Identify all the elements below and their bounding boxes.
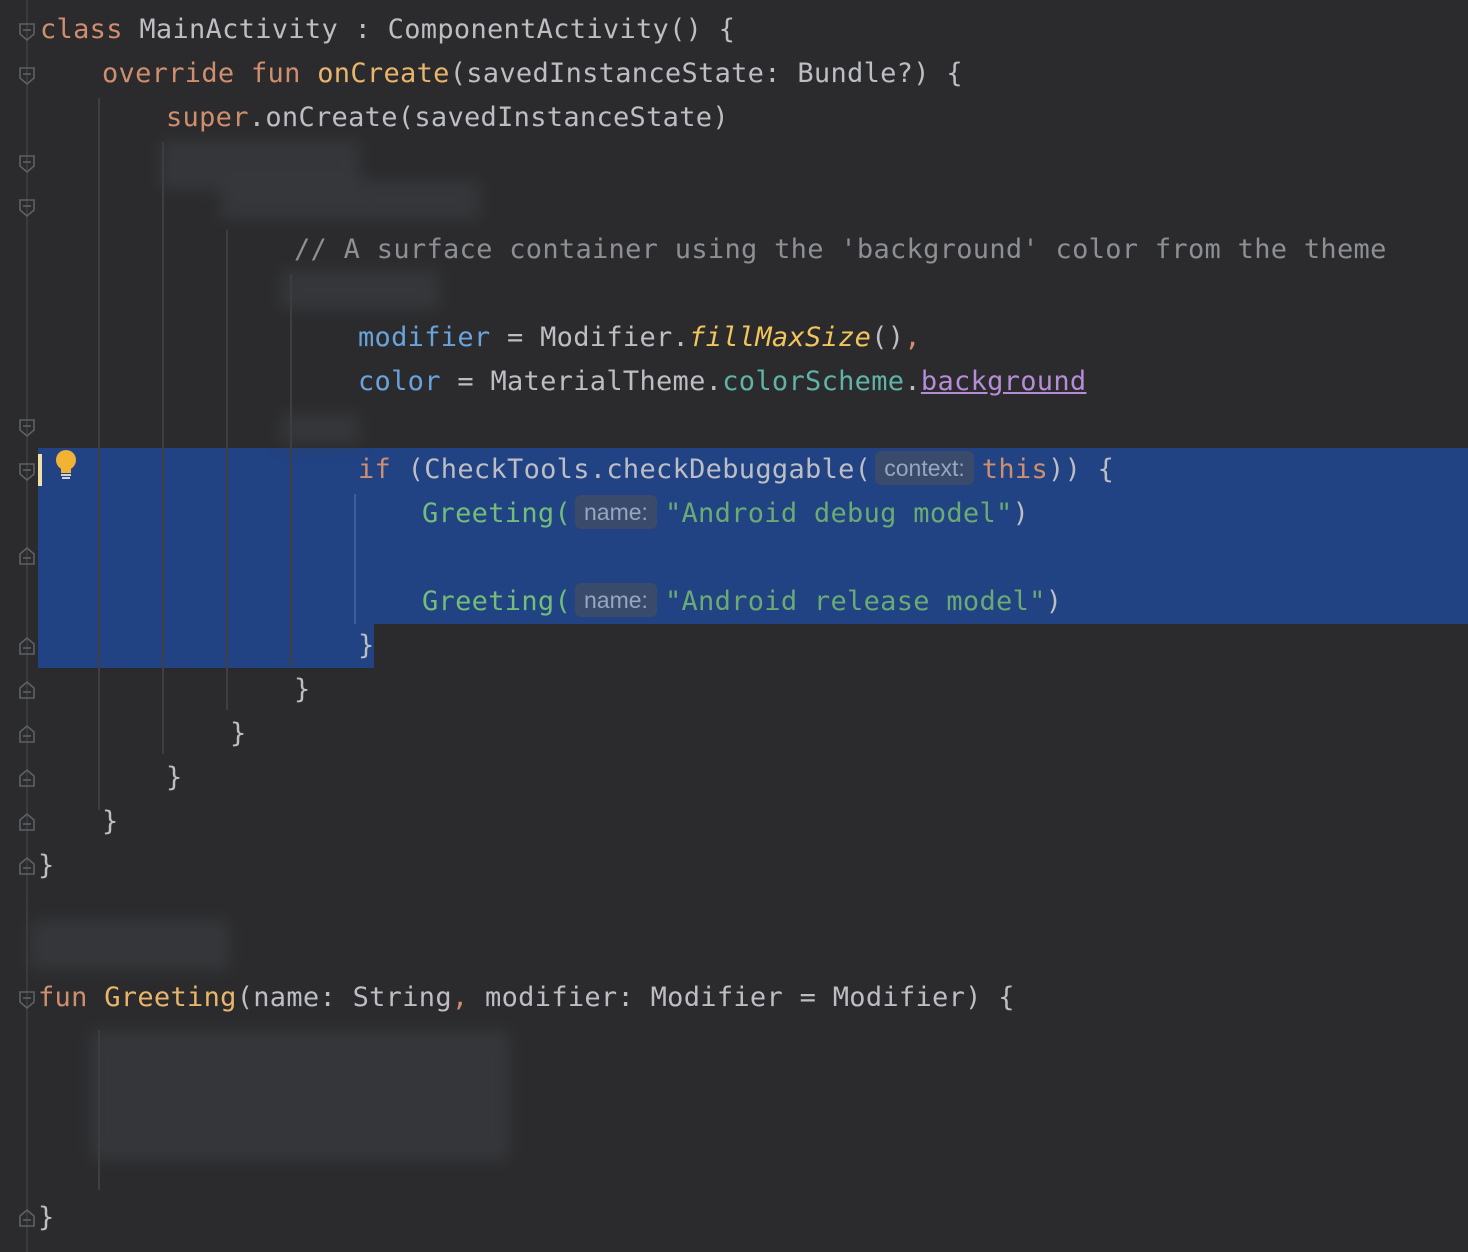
indent-guide (162, 142, 164, 754)
code-line-modifier-arg[interactable]: modifier = Modifier.fillMaxSize(), (358, 316, 921, 360)
code-line-class-decl[interactable]: class MainActivity : ComponentActivity()… (40, 8, 735, 52)
fold-icon[interactable] (18, 990, 36, 1010)
brace: } (358, 630, 375, 661)
brace: } (166, 762, 183, 793)
brace: } (230, 718, 247, 749)
extension-call: fillMaxSize (689, 322, 872, 353)
string-literal: "Android release model" (664, 586, 1046, 617)
lightbulb-icon[interactable] (52, 449, 80, 481)
code-line-close-fun[interactable]: } (38, 1196, 55, 1240)
code-text: )) { (1048, 454, 1115, 485)
call-text: .onCreate(savedInstanceState) (248, 102, 729, 133)
function-name: Greeting (104, 982, 237, 1013)
code-line-close-if[interactable]: } (358, 624, 375, 668)
code-line-color-arg[interactable]: color = MaterialTheme.colorScheme.backgr… (358, 360, 1086, 404)
indent-guide (290, 274, 292, 666)
fold-icon[interactable] (18, 680, 36, 700)
keyword: override fun (102, 58, 301, 89)
code-line-close-class[interactable]: } (38, 844, 55, 888)
obscured-region (280, 270, 440, 310)
parameter-hint: context: (875, 451, 974, 485)
obscured-region (30, 920, 230, 970)
indent-guide (226, 230, 228, 710)
brace: } (294, 674, 311, 705)
gutter-divider (26, 0, 28, 1252)
code-text: () (871, 322, 905, 353)
keyword: super (166, 102, 249, 133)
property-ref: background (920, 366, 1087, 397)
obscured-region (220, 180, 480, 220)
text-caret (38, 454, 42, 486)
code-line-fun-greeting[interactable]: fun Greeting(name: String, modifier: Mod… (38, 976, 1015, 1020)
code-line-on-create[interactable]: override fun onCreate(savedInstanceState… (102, 52, 963, 96)
parameter-hint: name: (575, 495, 657, 529)
code-line-if[interactable]: if (CheckTools.checkDebuggable(context: t… (358, 448, 1114, 492)
fold-icon[interactable] (18, 462, 36, 482)
code-line-close-2[interactable]: } (230, 712, 247, 756)
function-call: Greeting( (422, 498, 571, 529)
code-text: = MaterialTheme. (440, 366, 723, 397)
code-line-comment[interactable]: // A surface container using the 'backgr… (294, 228, 1387, 272)
obscured-region (280, 414, 360, 444)
named-arg: modifier (358, 322, 491, 353)
named-arg: color (358, 366, 441, 397)
code-text: . (904, 366, 921, 397)
comma: , (904, 322, 921, 353)
fold-icon[interactable] (18, 1208, 36, 1228)
function-args: (savedInstanceState: Bundle?) { (449, 58, 963, 89)
brace: } (102, 806, 119, 837)
parameter-hint: name: (575, 583, 657, 617)
fold-icon[interactable] (18, 768, 36, 788)
function-args: (name: String (236, 982, 452, 1013)
property: colorScheme (722, 366, 905, 397)
function-args: modifier: Modifier = Modifier) { (468, 982, 1015, 1013)
obscured-region (90, 1030, 510, 1160)
selection-highlight-tail (38, 624, 374, 668)
comment-text: // A surface container using the 'backgr… (294, 234, 1387, 265)
indent-guide (98, 98, 100, 810)
code-text: (CheckTools.checkDebuggable( (391, 454, 872, 485)
keyword: fun (38, 982, 88, 1013)
code-line-greet-release[interactable]: Greeting(name: "Android release model") (422, 580, 1062, 624)
code-text: = Modifier. (490, 322, 690, 353)
fold-icon[interactable] (18, 856, 36, 876)
class-name: MainActivity : ComponentActivity() { (139, 14, 736, 45)
fold-icon[interactable] (18, 546, 36, 566)
fold-icon[interactable] (18, 66, 36, 86)
keyword: class (40, 14, 123, 45)
code-line-close-3[interactable]: } (166, 756, 183, 800)
code-text: ) (1012, 498, 1030, 529)
fold-icon[interactable] (18, 22, 36, 42)
code-line-close-4[interactable]: } (102, 800, 119, 844)
indent-guide (354, 494, 356, 624)
code-line-greet-debug[interactable]: Greeting(name: "Android debug model") (422, 492, 1029, 536)
comma: , (451, 982, 469, 1013)
fold-icon[interactable] (18, 418, 36, 438)
fold-icon[interactable] (18, 724, 36, 744)
keyword: this (981, 454, 1049, 485)
code-line-super-call[interactable]: super.onCreate(savedInstanceState) (166, 96, 729, 140)
brace: } (38, 1202, 55, 1233)
keyword: if (358, 454, 392, 485)
fold-icon[interactable] (18, 154, 36, 174)
fold-icon[interactable] (18, 636, 36, 656)
string-literal: "Android debug model" (664, 498, 1013, 529)
code-editor[interactable]: class MainActivity : ComponentActivity()… (0, 0, 1468, 1252)
brace: } (38, 850, 55, 881)
code-text: ) (1045, 586, 1063, 617)
fold-icon[interactable] (18, 812, 36, 832)
code-line-close-1[interactable]: } (294, 668, 311, 712)
fold-icon[interactable] (18, 198, 36, 218)
function-call: Greeting( (422, 586, 571, 617)
function-name: onCreate (317, 58, 450, 89)
